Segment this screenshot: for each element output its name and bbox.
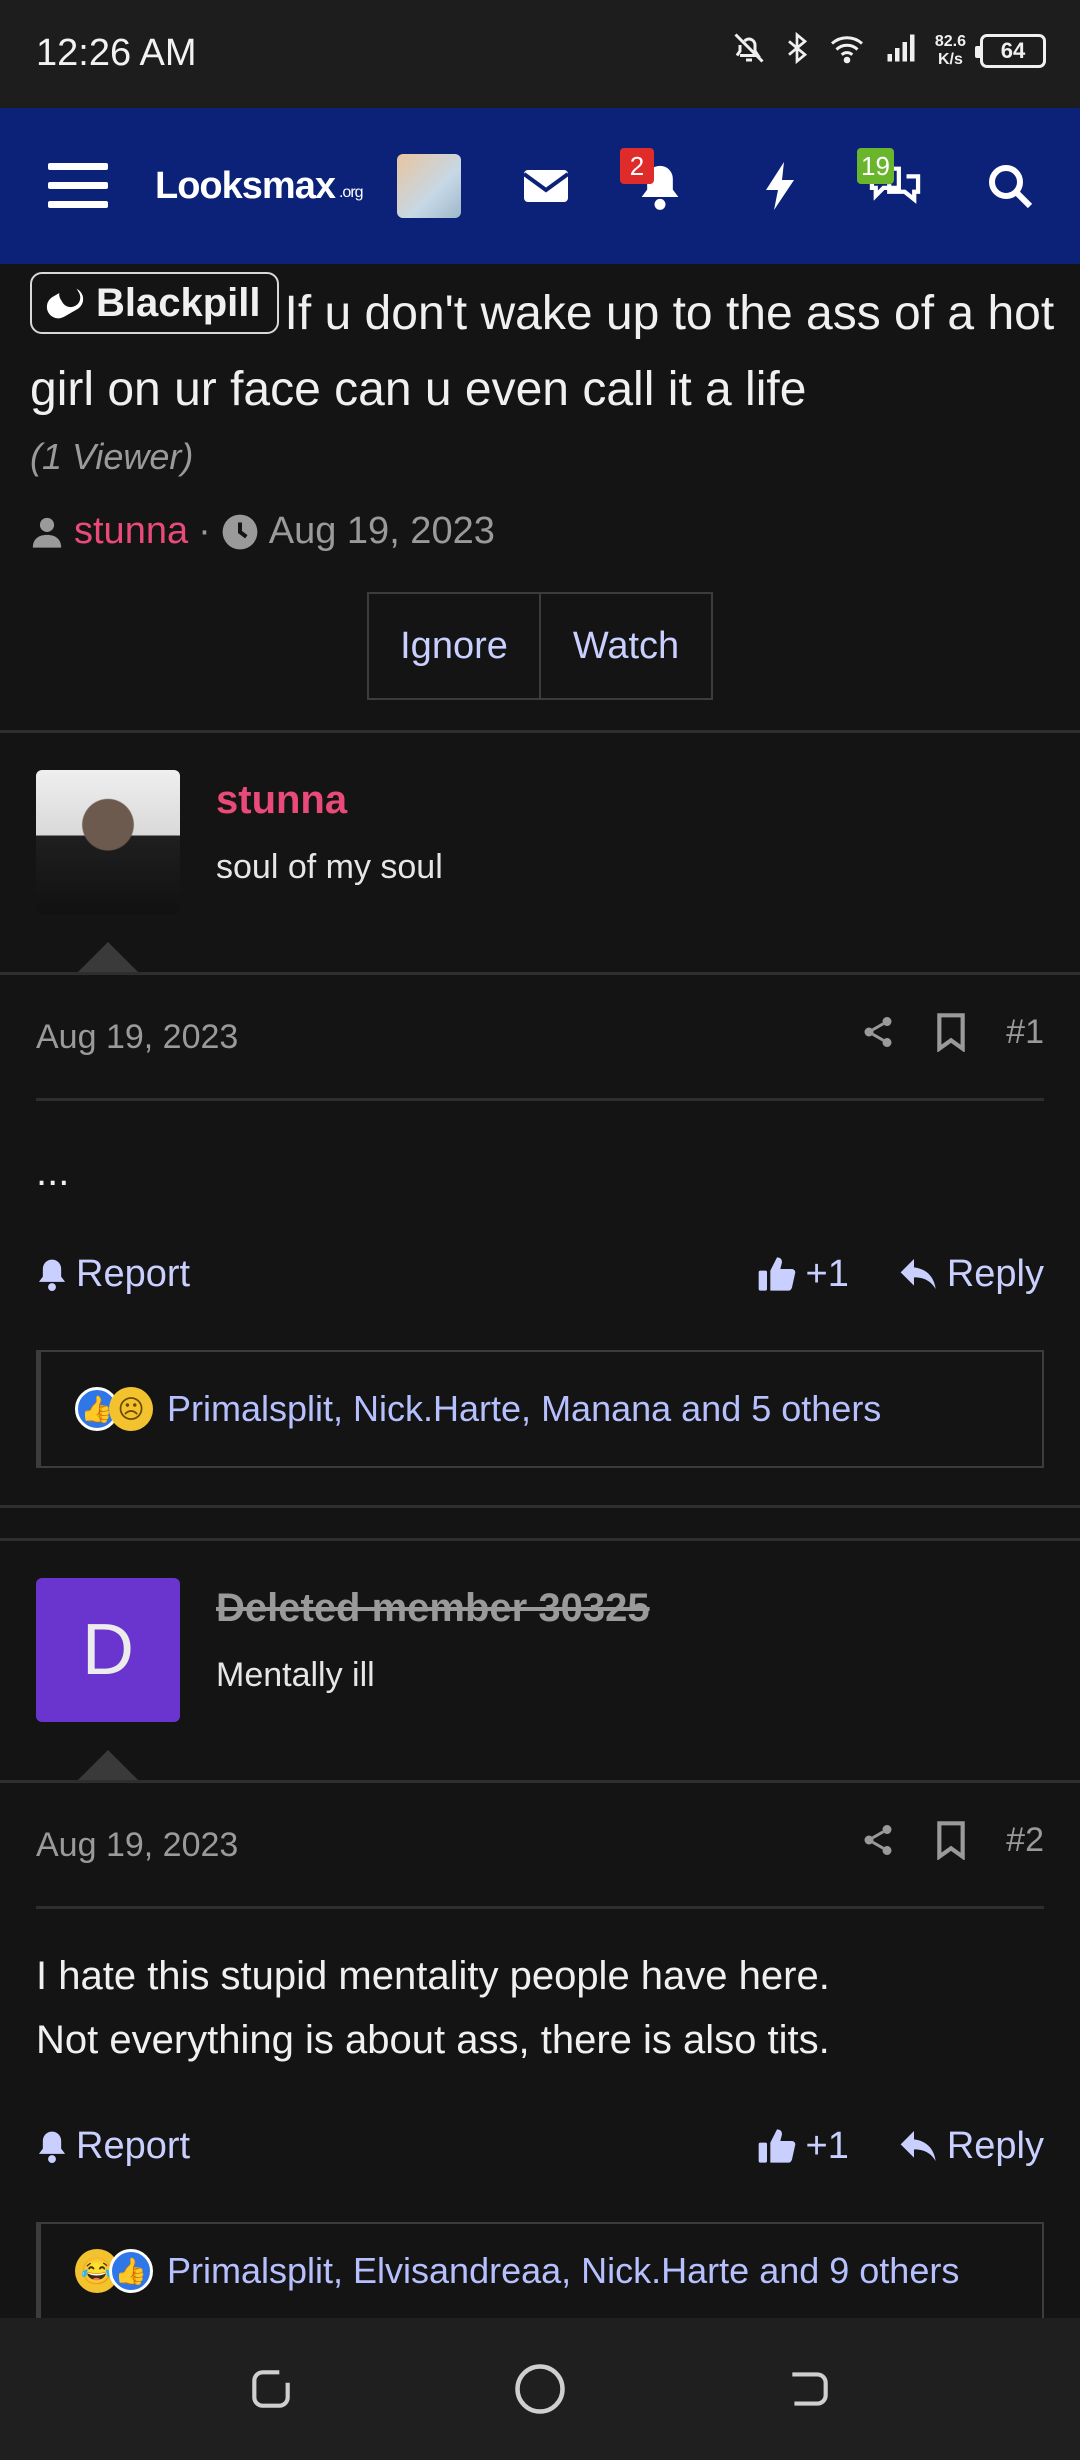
- inbox-button[interactable]: [516, 108, 576, 264]
- thread-author-link[interactable]: stunna: [74, 510, 188, 553]
- search-button[interactable]: [980, 108, 1040, 264]
- reply-icon: [900, 2131, 936, 2161]
- report-button[interactable]: Report: [36, 2125, 190, 2168]
- reply-icon: [900, 1259, 936, 1289]
- user-icon: [32, 517, 62, 548]
- bell-off-icon: [731, 30, 767, 71]
- status-time: 12:26 AM: [36, 32, 197, 74]
- signal-icon: [881, 30, 921, 71]
- post-tools: #1: [860, 1012, 1044, 1052]
- divider: [0, 972, 1080, 975]
- post-date[interactable]: Aug 19, 2023: [36, 1826, 238, 1865]
- post-header-divider: [36, 1906, 1044, 1909]
- system-navigation-bar: [0, 2318, 1080, 2460]
- battery-indicator: 64: [975, 33, 1046, 68]
- post-author-avatar[interactable]: [36, 770, 180, 914]
- thumbs-up-icon: [758, 2129, 795, 2163]
- post-author-title: soul of my soul: [216, 848, 443, 886]
- post-date[interactable]: Aug 19, 2023: [36, 1018, 238, 1057]
- post-actions: Report +1 Reply: [36, 2116, 1044, 2176]
- post-actions: Report +1 Reply: [36, 1244, 1044, 1304]
- post-author-title: Mentally ill: [216, 1656, 375, 1694]
- reactions-bar[interactable]: 😂 👍 Primalsplit, Elvisandreaa, Nick.Hart…: [36, 2222, 1044, 2318]
- whats-new-button[interactable]: [750, 108, 810, 264]
- conversations-button[interactable]: [860, 108, 930, 264]
- watch-button[interactable]: Watch: [539, 594, 711, 698]
- bell-icon: [38, 2131, 66, 2163]
- search-icon: [989, 165, 1033, 209]
- status-bar: 12:26 AM 82.6 K/s 64: [0, 0, 1080, 108]
- share-icon[interactable]: [860, 1012, 896, 1052]
- reaction-users[interactable]: Primalsplit, Nick.Harte, Manana and 5 ot…: [167, 1388, 881, 1430]
- divider: [0, 730, 1080, 733]
- bookmark-icon[interactable]: [934, 1820, 968, 1860]
- post-header-divider: [36, 1098, 1044, 1101]
- reply-button[interactable]: Reply: [899, 1253, 1044, 1296]
- post-author-name[interactable]: stunna: [216, 778, 347, 823]
- avatar: [397, 154, 461, 218]
- home-icon: [515, 2364, 565, 2414]
- wifi-icon: [827, 30, 867, 71]
- thread-prefix-badge[interactable]: Blackpill: [30, 272, 279, 334]
- sad-reaction-icon: ☹: [109, 1387, 153, 1431]
- bell-icon: [38, 1259, 66, 1291]
- post-body: ...: [36, 1150, 70, 1194]
- like-button[interactable]: +1: [756, 2125, 849, 2168]
- reply-button[interactable]: Reply: [899, 2125, 1044, 2168]
- post-body: I hate this stupid mentality people have…: [36, 1954, 830, 2062]
- network-speed: 82.6 K/s: [934, 32, 966, 68]
- back-icon: [792, 2372, 828, 2406]
- thread-title: Blackpill If u don't wake up to the ass …: [30, 272, 1060, 428]
- mail-icon: [522, 170, 570, 202]
- post-number[interactable]: #2: [1006, 1821, 1044, 1860]
- bookmark-icon[interactable]: [934, 1012, 968, 1052]
- site-logo[interactable]: Looksmax .org: [155, 108, 375, 264]
- thread-meta: stunna · Aug 19, 2023: [30, 510, 495, 553]
- reaction-users[interactable]: Primalsplit, Elvisandreaa, Nick.Harte an…: [167, 2250, 959, 2292]
- thumbs-up-icon: [758, 1257, 795, 1291]
- bluetooth-icon: [781, 30, 813, 71]
- ignore-button[interactable]: Ignore: [369, 594, 539, 698]
- message-arrow: [76, 1750, 140, 1782]
- thread-date[interactable]: Aug 19, 2023: [269, 510, 495, 553]
- home-button[interactable]: [505, 2354, 575, 2424]
- conversations-badge: 19: [857, 148, 894, 184]
- clock-icon: [222, 514, 258, 549]
- alerts-button[interactable]: [630, 108, 690, 264]
- bolt-icon: [766, 162, 794, 210]
- pill-icon: [46, 284, 84, 319]
- account-avatar[interactable]: [396, 108, 462, 264]
- post-number[interactable]: #1: [1006, 1013, 1044, 1052]
- recents-button[interactable]: [236, 2354, 306, 2424]
- share-icon[interactable]: [860, 1820, 896, 1860]
- message-arrow: [76, 942, 140, 974]
- site-navbar: Looksmax .org 2 19: [0, 108, 1080, 264]
- post-author-name: Deleted member 30325: [216, 1586, 650, 1630]
- alerts-badge: 2: [620, 148, 654, 184]
- thread-action-buttons: Ignore Watch: [367, 592, 713, 700]
- post-tools: #2: [860, 1820, 1044, 1860]
- post-author-avatar[interactable]: D: [36, 1578, 180, 1722]
- status-icons: 82.6 K/s 64: [731, 30, 1046, 71]
- back-button[interactable]: [774, 2354, 844, 2424]
- menu-button[interactable]: [40, 108, 116, 264]
- recents-icon: [252, 2370, 290, 2408]
- reactions-bar[interactable]: 👍 ☹ Primalsplit, Nick.Harte, Manana and …: [36, 1350, 1044, 1468]
- hamburger-icon: [48, 163, 108, 208]
- report-button[interactable]: Report: [36, 1253, 190, 1296]
- viewer-count: (1 Viewer): [30, 436, 194, 477]
- divider: [0, 1538, 1080, 1541]
- like-button[interactable]: +1: [756, 1253, 849, 1296]
- like-reaction-icon: 👍: [109, 2249, 153, 2293]
- divider: [0, 1505, 1080, 1508]
- divider: [0, 1780, 1080, 1783]
